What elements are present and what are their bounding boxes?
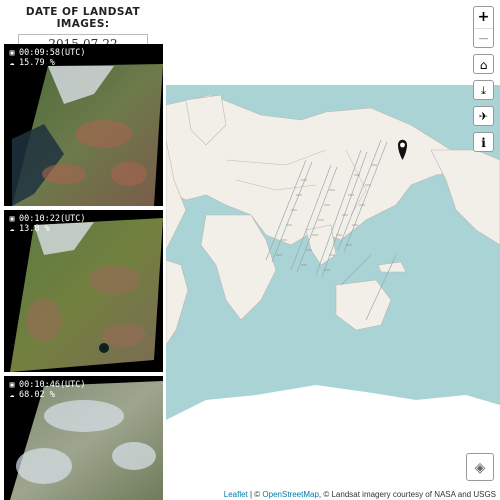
antarctica-land — [166, 385, 500, 500]
home-icon: ⌂ — [479, 58, 488, 72]
home-button[interactable]: ⌂ — [473, 54, 494, 74]
layers-button[interactable]: ◈ — [466, 453, 494, 481]
calendar-icon: ▣ — [9, 214, 15, 223]
sidebar: DATE OF LANDSAT IMAGES: 2015-07-22 ▣00:0… — [0, 0, 167, 500]
map-canvas[interactable] — [166, 0, 500, 500]
sidebar-header: DATE OF LANDSAT IMAGES: — [25, 6, 141, 30]
osm-link[interactable]: OpenStreetMap — [262, 490, 318, 499]
scene-time: 00:09:58(UTC) — [19, 48, 86, 58]
info-button[interactable]: i — [473, 132, 494, 152]
scene-thumbnail — [10, 218, 163, 372]
map[interactable]: + − ⌂ ⤓ ✈ i ◈ Leaflet | © OpenStreetMap,… — [166, 0, 500, 500]
twitter-button[interactable]: ✈ — [473, 106, 494, 126]
cloud-icon: ☁ — [9, 390, 15, 399]
calendar-icon: ▣ — [9, 380, 15, 389]
calendar-icon: ▣ — [9, 48, 15, 57]
scene-meta: ▣ 00:09:58(UTC) ☁ 15.79 % — [8, 48, 86, 68]
cloud-icon: ☁ — [9, 224, 15, 233]
zoom-out-button[interactable]: − — [474, 29, 493, 49]
scene-meta: ▣ 00:10:46(UTC) ☁ 68.02 % — [8, 380, 86, 400]
scene-cloud: 68.02 % — [19, 390, 55, 400]
leaflet-link[interactable]: Leaflet — [224, 490, 248, 499]
zoom-in-button[interactable]: + — [474, 7, 493, 29]
scene-cloud: 15.79 % — [19, 58, 55, 68]
info-icon: i — [481, 136, 486, 150]
scene-card[interactable]: ▣ 00:09:58(UTC) ☁ 15.79 % — [4, 44, 163, 206]
cloud-icon: ☁ — [9, 58, 15, 67]
attribution: Leaflet | © OpenStreetMap, © Landsat ima… — [219, 489, 500, 500]
scene-meta: ▣ 00:10:22(UTC) ☁ 13.8 % — [8, 214, 86, 234]
twitter-icon: ✈ — [478, 110, 489, 123]
attribution-rest: , © Landsat imagery courtesy of NASA and… — [318, 490, 496, 499]
zoom-control: + − — [473, 6, 494, 48]
download-icon: ⤓ — [481, 84, 486, 97]
layers-icon: ◈ — [474, 460, 486, 476]
attribution-separator: | © — [247, 490, 263, 499]
scene-cloud: 13.8 % — [19, 224, 50, 234]
scene-card[interactable]: ▣ 00:10:46(UTC) ☁ 68.02 % — [4, 376, 163, 500]
download-button[interactable]: ⤓ — [473, 80, 494, 100]
scene-card[interactable]: ▣ 00:10:22(UTC) ☁ 13.8 % — [4, 210, 163, 372]
scene-time: 00:10:46(UTC) — [19, 380, 86, 390]
scene-time: 00:10:22(UTC) — [19, 214, 86, 224]
scene-thumbnail — [12, 64, 163, 206]
